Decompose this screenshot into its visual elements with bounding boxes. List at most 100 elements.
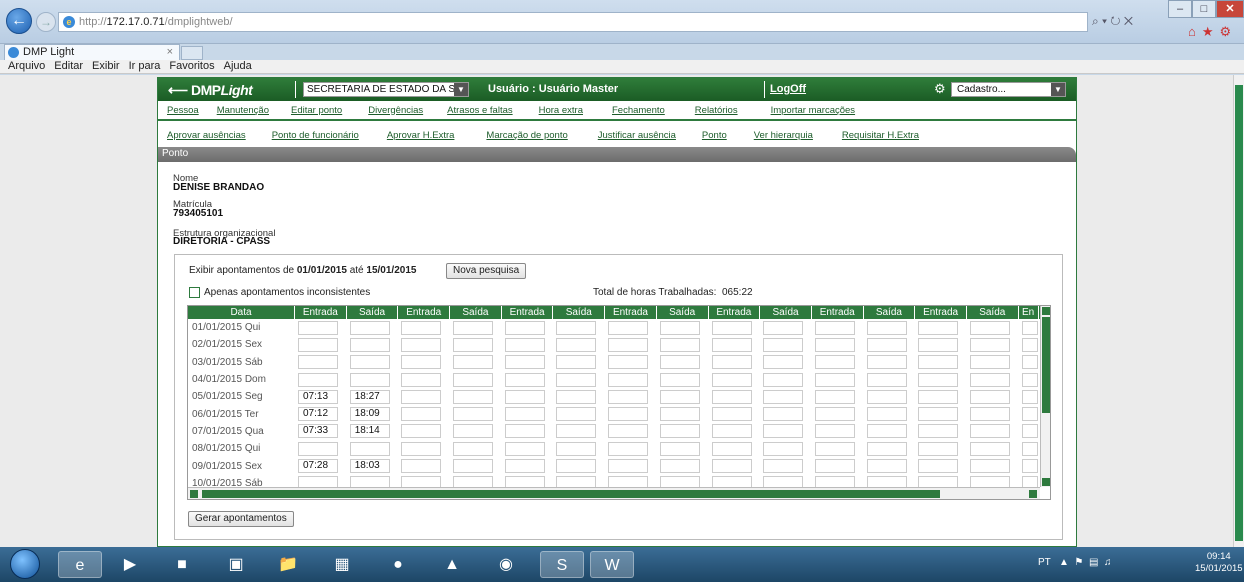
saida-input[interactable] [556, 320, 597, 335]
entrada-input[interactable] [504, 407, 545, 422]
entrada-input[interactable] [814, 320, 855, 335]
scroll-thumb[interactable] [1042, 317, 1050, 413]
entrada-input[interactable] [918, 320, 959, 335]
nav-ponto-funcionario[interactable]: Ponto de funcionário [272, 130, 359, 141]
nav-divergencias[interactable]: Divergências [368, 105, 423, 116]
entrada-input[interactable] [608, 320, 649, 335]
chrome-taskbar-icon[interactable]: ● [376, 551, 420, 578]
app-taskbar-icon[interactable]: ▲ [430, 551, 474, 578]
entrada-input[interactable] [711, 459, 752, 474]
saida-input[interactable] [556, 441, 597, 456]
forward-button[interactable]: → [36, 12, 56, 32]
entrada-input[interactable] [711, 320, 752, 335]
cadastro-select[interactable]: Cadastro... ▼ [951, 82, 1066, 97]
entrada-input[interactable] [608, 372, 649, 387]
saida-input[interactable] [659, 424, 700, 439]
grid-horizontal-scrollbar[interactable] [188, 487, 1040, 499]
nav-atrasos-faltas[interactable]: Atrasos e faltas [447, 105, 512, 116]
saida-input[interactable] [866, 355, 907, 370]
entrada-input[interactable] [298, 372, 338, 387]
saida-input[interactable] [453, 424, 494, 439]
new-tab-button[interactable] [181, 46, 203, 60]
entrada-input[interactable] [918, 337, 959, 352]
clock[interactable]: 09:14 15/01/2015 [1195, 551, 1243, 575]
nova-pesquisa-button[interactable]: Nova pesquisa [446, 263, 527, 279]
entrada-input[interactable] [711, 337, 752, 352]
entrada-input[interactable] [401, 372, 442, 387]
language-indicator[interactable]: PT [1038, 557, 1051, 568]
saida-input[interactable] [969, 424, 1010, 439]
home-icon[interactable]: ⌂ [1188, 24, 1202, 39]
skype-taskbar-icon[interactable]: S [540, 551, 584, 578]
saida-input[interactable] [659, 320, 700, 335]
nav-editar-ponto[interactable]: Editar ponto [291, 105, 342, 116]
entrada-input[interactable] [814, 407, 855, 422]
nav-ponto[interactable]: Ponto [702, 130, 727, 141]
saida-input[interactable] [659, 407, 700, 422]
nav-ver-hierarquia[interactable]: Ver hierarquia [754, 130, 813, 141]
saida-input[interactable] [556, 389, 597, 404]
saida-input[interactable] [763, 337, 804, 352]
entrada-input[interactable] [401, 355, 442, 370]
saida-input[interactable] [969, 337, 1010, 352]
scroll-down-button[interactable] [1042, 478, 1050, 486]
nav-pessoa[interactable]: Pessoa [167, 105, 199, 116]
saida-input[interactable]: 18:14 [349, 424, 390, 439]
entrada-input[interactable] [504, 389, 545, 404]
network-icon[interactable]: ▤ [1089, 557, 1098, 568]
favorites-star-icon[interactable]: ★ [1202, 24, 1220, 39]
entrada-input[interactable] [504, 355, 545, 370]
saida-input[interactable] [763, 372, 804, 387]
saida-input[interactable] [969, 441, 1010, 456]
entrada-input[interactable] [401, 441, 442, 456]
entrada-input[interactable] [401, 424, 442, 439]
entrada-input[interactable] [401, 337, 442, 352]
close-window-button[interactable]: ✕ [1216, 0, 1244, 18]
browser-toolbar-icons[interactable]: ⌂★⚙ [1188, 24, 1237, 40]
volume-icon[interactable]: ♫ [1104, 557, 1112, 568]
saida-input[interactable] [763, 389, 804, 404]
entrada-input[interactable] [918, 372, 959, 387]
address-bar[interactable]: e http://172.17.0.71/dmplightweb/ [58, 12, 1088, 32]
entrada-input[interactable] [918, 389, 959, 404]
entrada-input[interactable] [814, 441, 855, 456]
entrada-input[interactable] [711, 355, 752, 370]
tab-close-icon[interactable]: × [167, 46, 173, 58]
entrada-input[interactable] [401, 407, 442, 422]
minimize-button[interactable]: – [1168, 0, 1192, 18]
entrada-input[interactable] [1021, 355, 1038, 370]
saida-input[interactable] [453, 459, 494, 474]
saida-input[interactable] [866, 337, 907, 352]
page-scrollbar[interactable] [1233, 75, 1244, 547]
nav-relatorios[interactable]: Relatórios [695, 105, 738, 116]
saida-input[interactable] [453, 320, 494, 335]
maximize-button[interactable]: □ [1192, 0, 1216, 18]
nav-hora-extra[interactable]: Hora extra [539, 105, 583, 116]
saida-input[interactable] [349, 372, 390, 387]
entrada-input[interactable] [401, 320, 442, 335]
entrada-input[interactable] [814, 459, 855, 474]
saida-input[interactable] [659, 459, 700, 474]
entrada-input[interactable] [711, 407, 752, 422]
entrada-input[interactable] [608, 389, 649, 404]
entrada-input[interactable] [1021, 337, 1038, 352]
saida-input[interactable] [763, 355, 804, 370]
entrada-input[interactable] [1021, 407, 1038, 422]
saida-input[interactable] [659, 441, 700, 456]
entrada-input[interactable] [918, 441, 959, 456]
saida-input[interactable] [763, 407, 804, 422]
entrada-input[interactable] [918, 459, 959, 474]
nav-marcacao-ponto[interactable]: Marcação de ponto [486, 130, 567, 141]
entrada-input[interactable] [918, 407, 959, 422]
saida-input[interactable] [556, 372, 597, 387]
tools-gear-icon[interactable]: ⚙ [1220, 24, 1238, 39]
saida-input[interactable] [453, 441, 494, 456]
saida-input[interactable] [866, 407, 907, 422]
saida-input[interactable] [556, 407, 597, 422]
entrada-input[interactable] [608, 441, 649, 456]
menu-ajuda[interactable]: Ajuda [224, 60, 252, 73]
entrada-input[interactable] [608, 407, 649, 422]
entrada-input[interactable] [504, 320, 545, 335]
tray-arrow-icon[interactable]: ▲ [1059, 557, 1069, 568]
entrada-input[interactable] [918, 424, 959, 439]
